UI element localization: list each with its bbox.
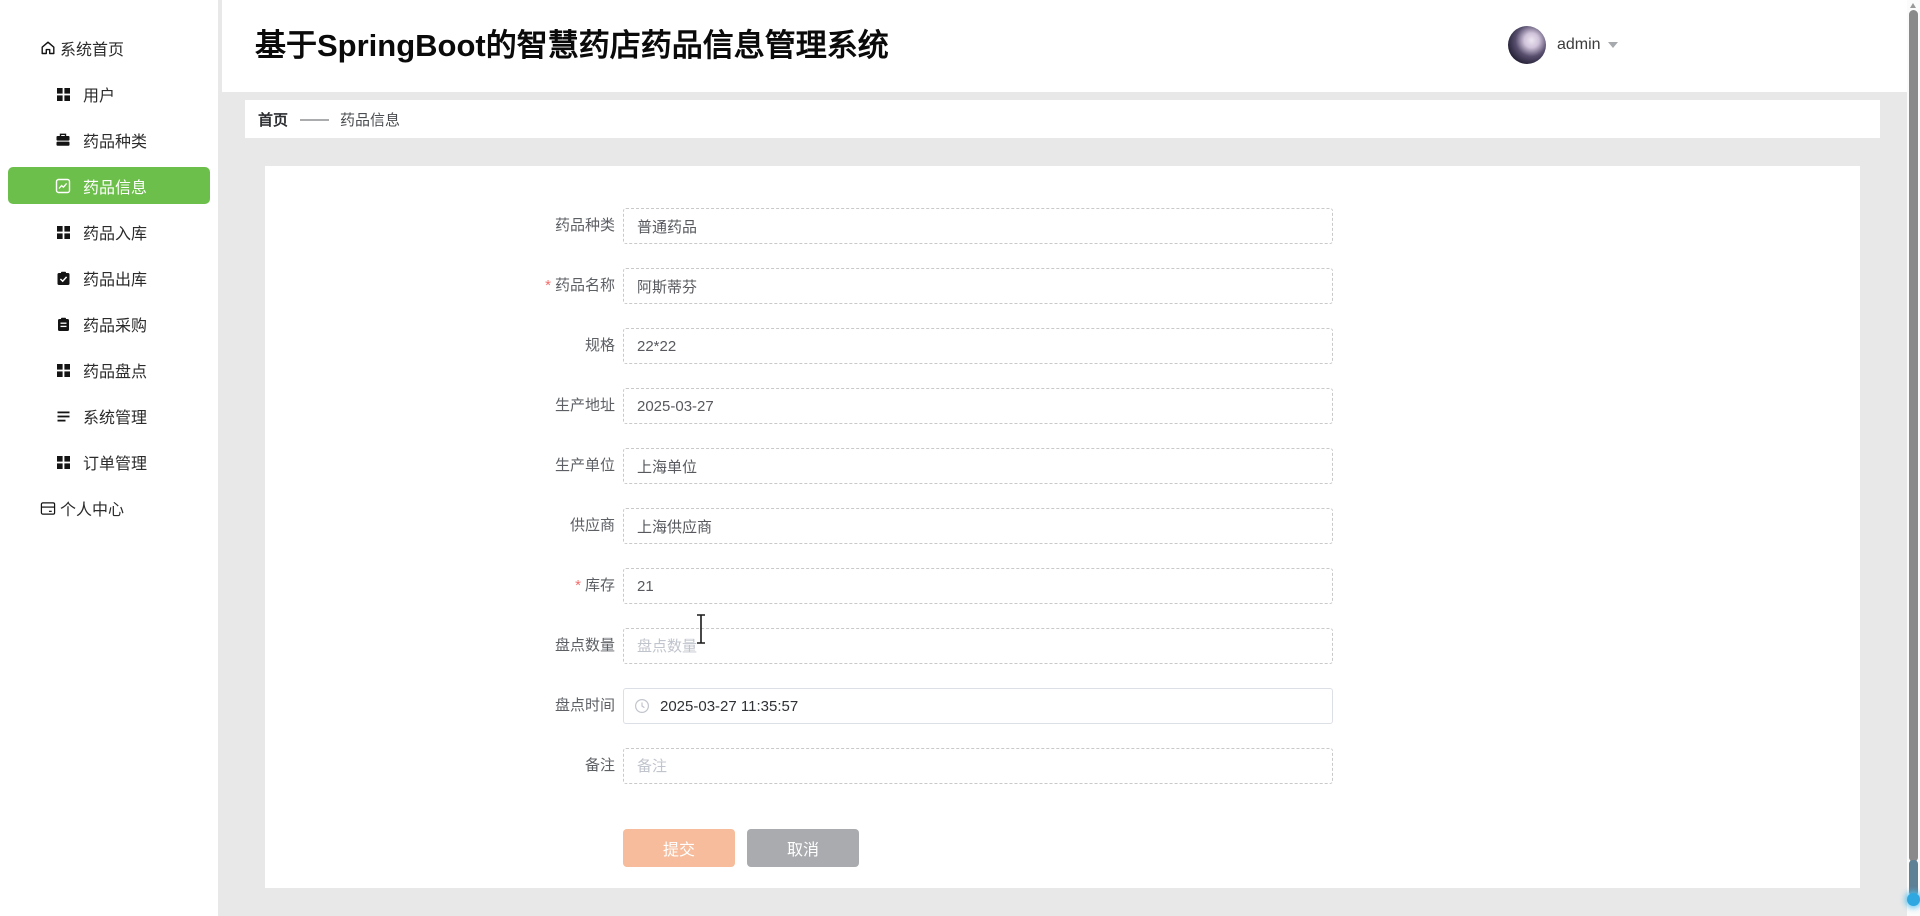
- clipboard-lines-icon: [55, 316, 71, 332]
- scrollbar-thumb-end[interactable]: [1909, 860, 1918, 896]
- sidebar-item-label: 个人中心: [60, 496, 124, 520]
- grid-icon: [55, 362, 71, 378]
- user-name: admin: [1557, 36, 1601, 54]
- user-menu[interactable]: admin: [1508, 26, 1618, 64]
- spec-input[interactable]: [623, 328, 1333, 364]
- field-label: 备注: [265, 748, 615, 784]
- grid-icon: [55, 224, 71, 240]
- form-row-stocktake-quantity: 盘点数量: [265, 628, 1860, 664]
- page-title: 基于SpringBoot的智慧药店药品信息管理系统: [255, 0, 889, 92]
- sidebar-item-system-management[interactable]: 系统管理: [0, 393, 218, 439]
- sidebar-item-label: 系统管理: [83, 404, 147, 428]
- field-label: 盘点时间: [265, 688, 615, 724]
- field-label: 药品种类: [265, 208, 615, 244]
- card-icon: [40, 500, 56, 516]
- home-icon: [40, 40, 56, 56]
- form-row-spec: 规格: [265, 328, 1860, 364]
- sidebar-item-users[interactable]: 用户: [0, 71, 218, 117]
- avatar[interactable]: [1508, 26, 1546, 64]
- sidebar-item-drug-inbound[interactable]: 药品入库: [0, 209, 218, 255]
- breadcrumb-home-link[interactable]: 首页: [258, 109, 288, 130]
- sidebar-item-order-management[interactable]: 订单管理: [0, 439, 218, 485]
- top-header: 基于SpringBoot的智慧药店药品信息管理系统: [222, 0, 1908, 92]
- text-cursor-icon: [695, 613, 707, 650]
- chart-line-icon: [55, 178, 71, 194]
- required-asterisk: *: [575, 577, 581, 594]
- briefcase-icon: [55, 132, 71, 148]
- grid-icon: [55, 86, 71, 102]
- scroll-up-arrow-icon[interactable]: [1910, 3, 1916, 8]
- scrollbar-blue-indicator: [1907, 893, 1920, 906]
- drug-name-input[interactable]: [623, 268, 1333, 304]
- form-row-stocktake-time: 盘点时间: [265, 688, 1860, 724]
- clipboard-check-icon: [55, 270, 71, 286]
- drug-category-input[interactable]: [623, 208, 1333, 244]
- sidebar-item-drug-info[interactable]: 药品信息: [8, 167, 210, 204]
- field-label: 规格: [265, 328, 615, 364]
- field-label: *药品名称: [265, 268, 615, 304]
- menu-lines-icon: [55, 408, 71, 424]
- form-row-supplier: 供应商: [265, 508, 1860, 544]
- remark-input[interactable]: [623, 748, 1333, 784]
- field-label: 盘点数量: [265, 628, 615, 664]
- form-card: 药品种类 *药品名称 规格 生产地址 生产单位 供应商 *库存 盘点数量 盘点时…: [265, 166, 1860, 888]
- breadcrumb-current: 药品信息: [340, 109, 400, 130]
- sidebar-item-label: 药品种类: [83, 128, 147, 152]
- form-row-production-unit: 生产单位: [265, 448, 1860, 484]
- field-label: 生产地址: [265, 388, 615, 424]
- field-label: *库存: [265, 568, 615, 604]
- form-row-drug-category: 药品种类: [265, 208, 1860, 244]
- sidebar-item-drug-category[interactable]: 药品种类: [0, 117, 218, 163]
- breadcrumb-separator: ——: [300, 111, 328, 128]
- sidebar-item-label: 系统首页: [60, 36, 124, 60]
- form-row-remark: 备注: [265, 748, 1860, 784]
- form-row-drug-name: *药品名称: [265, 268, 1860, 304]
- form-row-stock: *库存: [265, 568, 1860, 604]
- sidebar-item-label: 药品采购: [83, 312, 147, 336]
- sidebar-item-personal-center[interactable]: 个人中心: [0, 485, 218, 531]
- sidebar: 系统首页 用户 药品种类 药品信息 药品入库 药品出库 药品采购: [0, 0, 218, 916]
- field-label: 供应商: [265, 508, 615, 544]
- sidebar-item-label: 药品信息: [83, 174, 147, 198]
- supplier-input[interactable]: [623, 508, 1333, 544]
- sidebar-item-label: 药品入库: [83, 220, 147, 244]
- scrollbar-track[interactable]: [1907, 0, 1920, 916]
- stocktake-quantity-input[interactable]: [623, 628, 1333, 664]
- stocktake-time-input[interactable]: [623, 688, 1333, 724]
- stock-input[interactable]: [623, 568, 1333, 604]
- sidebar-item-label: 订单管理: [83, 450, 147, 474]
- submit-button[interactable]: 提交: [623, 829, 735, 867]
- clock-icon: [634, 698, 650, 714]
- production-address-input[interactable]: [623, 388, 1333, 424]
- field-label: 生产单位: [265, 448, 615, 484]
- production-unit-input[interactable]: [623, 448, 1333, 484]
- scrollbar-thumb[interactable]: [1909, 10, 1918, 862]
- breadcrumb: 首页 —— 药品信息: [245, 100, 1880, 138]
- sidebar-item-system-home[interactable]: 系统首页: [0, 25, 218, 71]
- form-actions: 提交 取消: [623, 829, 859, 867]
- form-row-production-address: 生产地址: [265, 388, 1860, 424]
- sidebar-item-drug-stocktake[interactable]: 药品盘点: [0, 347, 218, 393]
- sidebar-item-drug-purchase[interactable]: 药品采购: [0, 301, 218, 347]
- required-asterisk: *: [545, 277, 551, 294]
- sidebar-item-label: 药品盘点: [83, 358, 147, 382]
- sidebar-item-label: 用户: [83, 82, 115, 106]
- chevron-down-icon: [1608, 42, 1618, 48]
- grid-icon: [55, 454, 71, 470]
- cancel-button[interactable]: 取消: [747, 829, 859, 867]
- sidebar-item-label: 药品出库: [83, 266, 147, 290]
- sidebar-item-drug-outbound[interactable]: 药品出库: [0, 255, 218, 301]
